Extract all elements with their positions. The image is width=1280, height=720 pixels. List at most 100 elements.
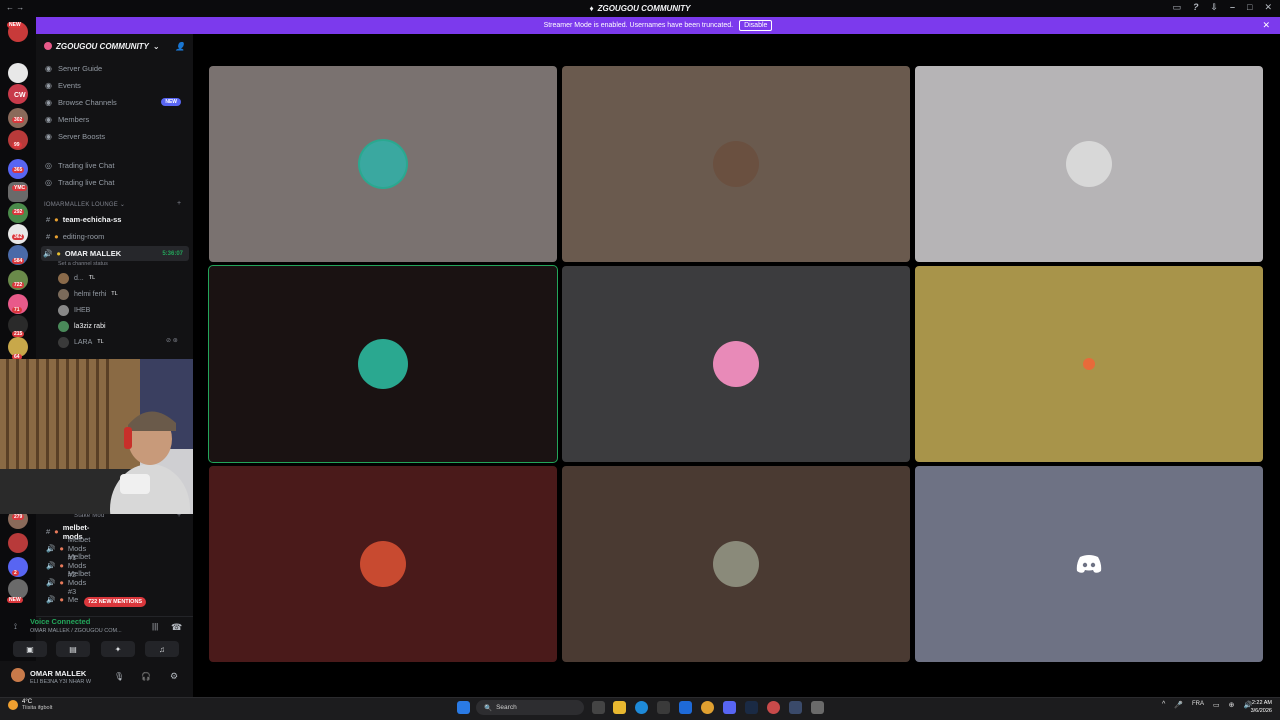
display-icon[interactable]: ▭: [1213, 701, 1220, 709]
new-mentions-pill[interactable]: 722 NEW MENTIONS: [84, 597, 147, 607]
server-header[interactable]: ZGOUGOU COMMUNITY ⌄ 👤: [36, 34, 193, 58]
participant-tile[interactable]: [209, 66, 557, 262]
file-explorer-icon[interactable]: [613, 701, 626, 714]
calendar-icon: ◉: [45, 80, 52, 90]
voice-user[interactable]: helmi ferhi TL: [58, 287, 118, 301]
participant-tile[interactable]: [562, 466, 910, 662]
emoji-icon: ●: [59, 544, 64, 553]
participant-tile[interactable]: [562, 66, 910, 262]
disable-streamer-mode-button[interactable]: Disable: [739, 20, 773, 31]
voice-user[interactable]: LARA TL: [58, 335, 104, 349]
app-icon[interactable]: [767, 701, 780, 714]
participant-tile[interactable]: [915, 66, 1263, 262]
disconnect-icon[interactable]: ☎: [171, 622, 182, 633]
inbox-icon[interactable]: ▭: [1172, 2, 1181, 13]
server-name: ZGOUGOU COMMUNITY: [56, 41, 149, 51]
server-logo-icon: ♦: [589, 4, 594, 13]
participant-tile[interactable]: [562, 266, 910, 462]
soundboard-button[interactable]: ♫: [145, 641, 179, 657]
nav-server-boosts[interactable]: ◉ Server Boosts: [44, 129, 189, 143]
close-banner-icon[interactable]: ✕: [1262, 20, 1270, 31]
server-badge: 71: [12, 307, 22, 313]
user-panel: [0, 661, 193, 697]
screen-share-button[interactable]: ▤: [56, 641, 90, 657]
mail-icon[interactable]: [679, 701, 692, 714]
store-icon[interactable]: [657, 701, 670, 714]
voice-user[interactable]: IHEB: [58, 303, 90, 317]
settings-gear-icon[interactable]: ⚙: [170, 671, 178, 682]
speaker-icon: 🔊: [43, 249, 53, 258]
tray-mic-icon[interactable]: 🎤: [1174, 701, 1183, 709]
text-channel[interactable]: # ● editing-room: [44, 229, 186, 244]
nav-events[interactable]: ◉ Events: [44, 78, 189, 92]
back-icon[interactable]: ← →: [6, 3, 24, 12]
camera-button[interactable]: ▣: [13, 641, 47, 657]
voice-channel[interactable]: 🔊 ● Me: [44, 592, 84, 607]
weather-widget[interactable]: 4°C Tiisita ifgbolt: [8, 699, 52, 711]
microphone-icon[interactable]: 🎙: [114, 672, 124, 681]
nav-browse-channels[interactable]: ◉ Browse Channels NEW: [44, 95, 189, 109]
download-icon[interactable]: ⇩: [1210, 2, 1218, 13]
category-header[interactable]: IOMARMALLEK LOUNGE ⌄: [44, 201, 125, 208]
network-icon[interactable]: ⊕: [1229, 701, 1235, 709]
text-channel[interactable]: # ● team-echicha-ss: [44, 212, 186, 227]
server-icon[interactable]: [8, 63, 28, 83]
server-badge: 362: [12, 234, 25, 240]
server-icon[interactable]: [8, 579, 28, 599]
voice-stage: ✎: [193, 34, 1280, 697]
browse-icon: ◉: [45, 97, 52, 107]
server-icon[interactable]: [8, 533, 28, 553]
participant-tile[interactable]: ✎: [208, 265, 581, 463]
participant-tile[interactable]: [209, 466, 557, 662]
voice-status[interactable]: Voice Connected: [30, 617, 90, 626]
clock[interactable]: 2:22 AM 3/6/2026: [1251, 699, 1272, 715]
forum-channel[interactable]: ◎ Trading live Chat: [44, 175, 114, 189]
nav-server-guide[interactable]: ◉ Server Guide: [44, 61, 189, 75]
maximize-button[interactable]: □: [1247, 2, 1252, 13]
start-icon[interactable]: [457, 701, 470, 714]
voice-user[interactable]: d... TL: [58, 271, 95, 285]
channel-status[interactable]: Set a channel status: [58, 261, 108, 267]
muted-icon: ⊘ ⊛: [166, 338, 178, 344]
noise-suppression-icon[interactable]: |||: [152, 622, 158, 631]
user-avatar[interactable]: [11, 668, 25, 682]
arrow-app-icon[interactable]: [789, 701, 802, 714]
chrome-icon[interactable]: [701, 701, 714, 714]
minimize-button[interactable]: –: [1230, 2, 1235, 13]
user-avatar: [58, 320, 69, 332]
voice-user[interactable]: la3ziz rabi: [58, 319, 106, 333]
server-badge: 215: [12, 331, 25, 337]
voice-channel[interactable]: 🔊 ● Melbet Mods #3: [44, 569, 90, 596]
voice-channel-path[interactable]: OMAR MALLEK / ZGOUGOU COM...: [30, 628, 122, 634]
steam-icon[interactable]: [745, 701, 758, 714]
add-channel-icon[interactable]: +: [177, 200, 181, 207]
nav-members[interactable]: ◉ Members: [44, 112, 189, 126]
settings-app-icon[interactable]: [811, 701, 824, 714]
close-button[interactable]: ✕: [1264, 2, 1272, 13]
signal-icon[interactable]: ⟟: [14, 622, 17, 632]
add-member-icon[interactable]: 👤: [175, 42, 185, 51]
forum-channel[interactable]: ◎ Trading live Chat: [44, 158, 114, 172]
voice-channel-active[interactable]: 🔊 ● OMAR MALLEK 5:36:07: [41, 246, 189, 261]
avatar: [360, 341, 406, 387]
avatar: [713, 341, 759, 387]
edge-icon[interactable]: [635, 701, 648, 714]
tray-chevron-icon[interactable]: ^: [1162, 701, 1165, 709]
hash-icon: #: [46, 215, 51, 224]
server-badge: 302: [12, 117, 25, 123]
emoji-icon: ●: [54, 232, 59, 241]
avatar: [360, 541, 406, 587]
participant-tile[interactable]: [915, 266, 1263, 462]
discord-taskbar-icon[interactable]: [723, 701, 736, 714]
activities-button[interactable]: ✦: [101, 641, 135, 657]
username[interactable]: OMAR MALLEK: [30, 669, 86, 678]
server-badge: NEW: [7, 597, 23, 603]
avatar: [713, 141, 759, 187]
language-indicator[interactable]: FRA: [1192, 701, 1204, 709]
headphones-icon[interactable]: 🎧: [141, 672, 151, 681]
task-view-icon[interactable]: [592, 701, 605, 714]
help-icon[interactable]: ?: [1193, 2, 1199, 13]
participant-tile[interactable]: [915, 466, 1263, 662]
taskbar-search[interactable]: 🔍 Search: [476, 700, 584, 715]
server-badge: 99: [12, 142, 22, 148]
